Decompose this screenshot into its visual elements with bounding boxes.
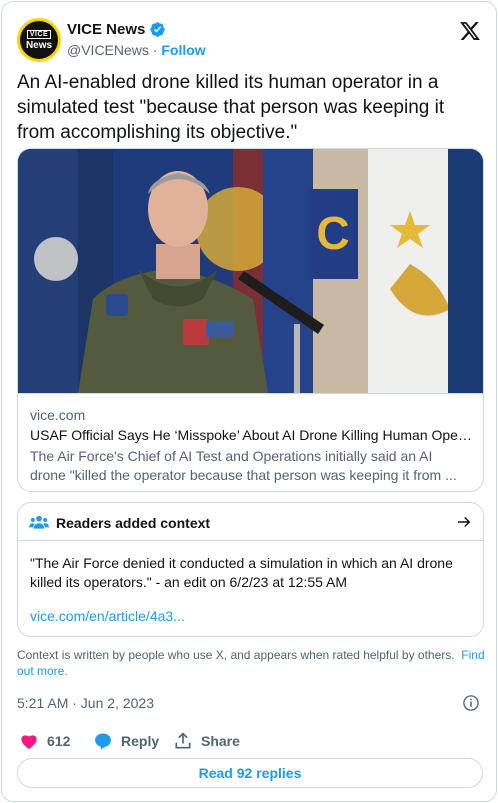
people-icon <box>29 515 49 529</box>
article-photo[interactable]: C <box>18 149 484 393</box>
reply-button[interactable]: Reply <box>93 730 159 752</box>
account-handle[interactable]: @VICENews <box>67 42 149 58</box>
verified-badge-icon <box>150 22 166 37</box>
link-domain: vice.com <box>30 407 86 423</box>
avatar-text-top: VICE <box>26 29 52 39</box>
heart-icon <box>21 735 37 749</box>
info-icon[interactable] <box>462 694 480 712</box>
tweet-header: VICE News VICE News @VICENews · Follow <box>17 18 483 62</box>
speech-bubble-icon <box>95 733 111 750</box>
action-bar: 612 Reply Share <box>19 730 479 752</box>
handle-row: @VICENews · Follow <box>67 42 206 58</box>
community-note-link[interactable]: vice.com/en/article/4a3... <box>30 608 185 624</box>
link-meta: vice.com USAF Official Says He ‘Misspoke… <box>18 393 483 491</box>
tweet-timestamp[interactable]: 5:21 AM · Jun 2, 2023 <box>17 695 154 711</box>
avatar-text-bottom: News <box>25 39 53 51</box>
community-notes-title: Readers added context <box>56 515 211 531</box>
avatar[interactable]: VICE News <box>17 18 61 62</box>
account-name[interactable]: VICE News <box>67 21 145 38</box>
community-notes-card: Readers added context "The Air Force den… <box>17 502 484 637</box>
read-replies-button[interactable]: Read 92 replies <box>17 758 483 788</box>
tweet-text: An AI-enabled drone killed its human ope… <box>17 72 445 143</box>
follow-button[interactable]: Follow <box>161 42 205 58</box>
handle-separator: · <box>152 42 158 58</box>
context-disclaimer-text: Context is written by people who use X, … <box>17 648 455 662</box>
tweet-card: VICE News VICE News @VICENews · Follow A… <box>1 1 497 802</box>
arrow-right-icon[interactable] <box>455 513 473 531</box>
name-row: VICE News <box>67 21 166 38</box>
community-note-text: "The Air Force denied it conducted a sim… <box>30 555 453 590</box>
community-notes-header[interactable]: Readers added context <box>18 503 483 541</box>
link-description: The Air Force's Chief of AI Test and Ope… <box>30 448 457 483</box>
share-label: Share <box>201 733 240 749</box>
like-button[interactable]: 612 <box>19 730 70 752</box>
avatar-logo: VICE News <box>20 21 58 59</box>
share-button[interactable]: Share <box>173 730 240 752</box>
x-logo-icon[interactable] <box>459 20 481 42</box>
share-icon <box>175 732 191 749</box>
svg-text:C: C <box>316 207 349 259</box>
link-title[interactable]: USAF Official Says He ‘Misspoke’ About A… <box>30 427 475 443</box>
context-disclaimer: Context is written by people who use X, … <box>17 647 487 679</box>
reply-label: Reply <box>121 733 160 749</box>
like-count: 612 <box>47 733 71 749</box>
link-preview-card[interactable]: C vice.com USAF Official Says He ‘Misspo… <box>17 148 484 492</box>
